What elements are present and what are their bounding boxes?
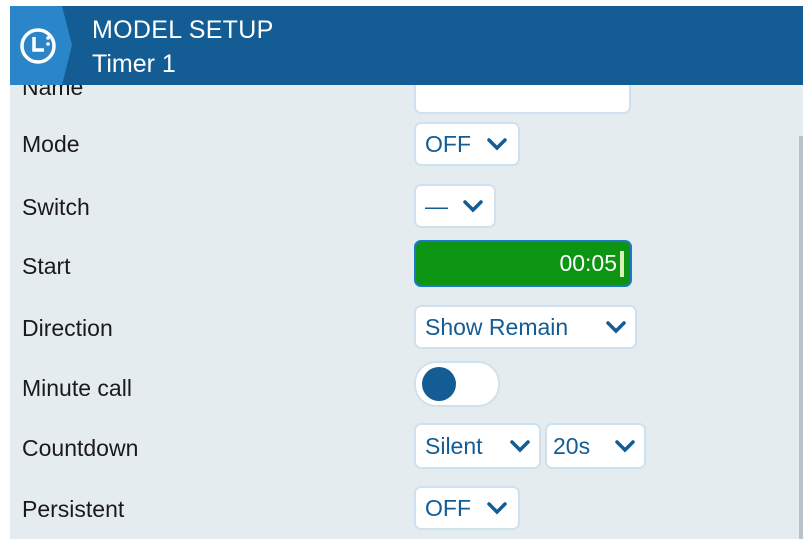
start-time-value: 00:05: [559, 250, 617, 276]
switch-value: —: [425, 192, 448, 219]
page-header: MODEL SETUP Timer 1: [10, 6, 803, 85]
page-subtitle: Timer 1: [92, 50, 176, 78]
switch-select[interactable]: —: [414, 184, 496, 228]
persistent-select[interactable]: OFF: [414, 486, 520, 530]
countdown-label: Countdown: [22, 435, 139, 461]
chevron-down-icon: [510, 440, 530, 453]
scrollbar[interactable]: [799, 136, 803, 539]
minute-call-label: Minute call: [22, 375, 132, 401]
chevron-down-icon: [487, 502, 507, 515]
chevron-down-icon: [615, 440, 635, 453]
chevron-down-icon: [463, 200, 483, 213]
direction-label: Direction: [22, 315, 113, 341]
direction-select[interactable]: Show Remain: [414, 305, 637, 349]
persistent-label: Persistent: [22, 496, 125, 522]
mode-select[interactable]: OFF: [414, 122, 520, 166]
direction-value: Show Remain: [425, 313, 569, 340]
start-label: Start: [22, 253, 71, 279]
start-time-field[interactable]: 00:05: [414, 240, 632, 287]
persistent-value: OFF: [425, 494, 471, 521]
countdown-time-value: 20s: [553, 432, 591, 459]
countdown-mode-select[interactable]: Silent: [414, 423, 541, 469]
timer-setup-screen: Name MODEL SETUP Timer 1 Mode OFF Switch…: [10, 6, 803, 539]
countdown-mode-value: Silent: [425, 432, 483, 459]
chevron-down-icon: [606, 321, 626, 334]
mode-label: Mode: [22, 131, 80, 157]
text-cursor: [620, 250, 624, 277]
toggle-knob: [422, 367, 456, 401]
chevron-down-icon: [487, 138, 507, 151]
minute-call-toggle[interactable]: [414, 361, 500, 407]
mode-value: OFF: [425, 130, 471, 157]
page-title: MODEL SETUP: [92, 16, 274, 44]
switch-label: Switch: [22, 194, 90, 220]
countdown-time-select[interactable]: 20s: [545, 423, 646, 469]
timer-clock-icon[interactable]: [10, 6, 72, 85]
